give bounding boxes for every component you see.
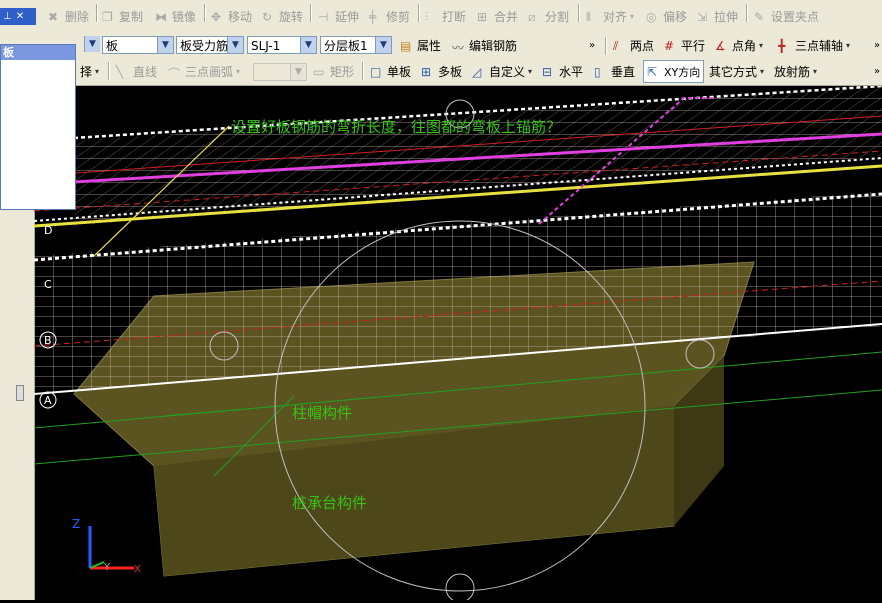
cad-viewport[interactable]: A B C D Z Y X 设置好板钢筋的弯折长度，往图都的弯板上锚筋？ 柱帽构… [33, 84, 882, 603]
chevron-down-icon: ▼ [290, 64, 306, 80]
select-button[interactable]: 择 ▾ [80, 58, 99, 85]
extend-icon: ⊣ [318, 9, 329, 24]
grip-icon: ✎ [754, 9, 765, 24]
break-icon: ⫶ [425, 9, 429, 24]
extend-button[interactable]: ⊣ 延伸 [318, 0, 359, 33]
component-list-panel: 板 [0, 44, 76, 210]
trim-icon: ╪ [369, 9, 377, 24]
close-icon[interactable]: ✕ [16, 11, 24, 22]
merge-button[interactable]: ⊞ 合并 [477, 0, 518, 33]
single-slab-icon: □ [370, 64, 382, 79]
copy-icon: ❐ [102, 9, 113, 24]
multi-slab-icon: ⊞ [421, 64, 432, 79]
parallel-button[interactable]: # 平行 [664, 33, 705, 58]
delete-button[interactable]: ✖ 删除 [48, 0, 89, 33]
chevron-down-icon: ▼ [157, 37, 173, 53]
axis-marker-b: B [44, 334, 52, 347]
chevron-down-icon: ▼ [375, 37, 391, 53]
other-methods-button[interactable]: 其它方式 ▾ [709, 58, 764, 85]
axis-marker-c: C [44, 278, 52, 291]
pile-foundation-label: 桩承台构件 [292, 494, 368, 512]
panel-title: 板 [1, 45, 75, 60]
align-icon: ⫴ [586, 9, 592, 24]
delete-icon: ✖ [48, 9, 59, 24]
vertical-icon: ▯ [594, 64, 601, 79]
horizontal-button[interactable]: ⊟ 水平 [542, 58, 583, 85]
move-icon: ✥ [211, 9, 222, 24]
edit-rebar-button[interactable]: 〰编辑钢筋 [452, 33, 517, 58]
point-angle-icon: ∡ [715, 38, 726, 53]
three-point-aux-button[interactable]: ╋ 三点辅轴 ▾ [778, 33, 850, 58]
pin-icon[interactable]: ⊥ [3, 11, 12, 22]
multi-slab-button[interactable]: ⊞ 多板 [421, 58, 462, 85]
svg-text:Y: Y [103, 562, 111, 573]
three-point-aux-icon: ╋ [778, 38, 786, 53]
horizontal-icon: ⊟ [542, 64, 553, 79]
stretch-icon: ⇲ [697, 9, 708, 24]
xy-direction-icon: ⇱ [647, 64, 658, 79]
snap-circle-handle [445, 573, 475, 603]
custom-button[interactable]: ◿ 自定义 ▾ [472, 58, 532, 85]
point-angle-button[interactable]: ∡ 点角 ▾ [715, 33, 763, 58]
break-button[interactable]: ⫶ 打断 [425, 0, 466, 33]
toolbar-overflow-icon[interactable]: » [589, 33, 595, 58]
left-dock-strip [0, 210, 35, 600]
split-icon: ⧄ [528, 9, 536, 24]
annotation-text: 设置好板钢筋的弯折长度，往图都的弯板上锚筋？ [231, 118, 562, 136]
rotate-icon: ↻ [262, 9, 273, 24]
arc-option-select[interactable]: ▼ [253, 63, 307, 81]
align-button[interactable]: ⫴ 对齐 ▾ [586, 0, 634, 33]
line-icon: ╲ [116, 64, 124, 79]
svg-text:Z: Z [72, 517, 80, 531]
edit-toolbar: ⊥ ✕ ✖ 删除 ❐ 复制 ⧓ 镜像 ✥ 移动 ↻ 旋转 ⊣ 延伸 ╪ 修剪 ⫶ 打断 ⊞ 合并 … [0, 0, 882, 34]
draw-toolbar: 择 ▾ ╲ 直线 ⌒ 三点画弧 ▾ ▼ ▭ 矩形 □ 单板 ⊞ 多板 ◿ 自定义 ▾ ⊟ 水平 ▯ 垂… [0, 58, 882, 86]
vertical-button[interactable]: ▯ 垂直 [594, 58, 635, 85]
panel-pin-controls: ⊥ ✕ [0, 8, 36, 25]
category-select[interactable]: 板 ▼ [102, 36, 174, 54]
grip-button[interactable]: ✎ 设置夹点 [754, 0, 819, 33]
layer-select[interactable]: 分层板1 ▼ [320, 36, 392, 54]
trim-button[interactable]: ╪ 修剪 [369, 0, 410, 33]
rotate-button[interactable]: ↻ 旋转 [262, 0, 303, 33]
offset-icon: ◎ [646, 9, 657, 24]
chevron-down-icon: ▼ [300, 37, 316, 53]
mirror-icon: ⧓ [155, 9, 167, 24]
xy-direction-button[interactable]: ⇱ XY方向 [643, 60, 705, 83]
parallel-icon: # [664, 38, 675, 53]
arc-icon: ⌒ [168, 66, 181, 81]
rect-button[interactable]: ▭ 矩形 [313, 58, 354, 85]
arc-button[interactable]: ⌒ 三点画弧 ▾ [168, 58, 240, 85]
axis-marker-d: D [44, 224, 52, 237]
chevron-down-icon: ▼ [227, 37, 243, 53]
property-toolbar: ▼ 板 ▼ 板受力筋 ▼ SLJ-1 ▼ 分层板1 ▼ ▤ 属性 〰编辑钢筋 » … [0, 33, 882, 59]
mirror-button[interactable]: ⧓ 镜像 [155, 0, 196, 33]
two-points-button[interactable]: ⫽ 两点 [613, 33, 654, 58]
pile-cap-label: 柱帽构件 [292, 404, 353, 422]
toolbar-overflow-icon[interactable]: » [874, 58, 880, 85]
layer-scope-dropdown[interactable]: ▼ [84, 36, 100, 52]
scroll-grip[interactable] [16, 385, 24, 401]
copy-button[interactable]: ❐ 复制 [102, 0, 143, 33]
two-points-icon: ⫽ [613, 38, 619, 53]
toolbar-overflow-icon[interactable]: » [874, 33, 880, 58]
cad-3d-scene[interactable]: A B C D Z Y X [33, 84, 882, 603]
rebar-type-select[interactable]: 板受力筋 ▼ [176, 36, 244, 54]
stretch-button[interactable]: ⇲ 拉伸 [697, 0, 738, 33]
line-button[interactable]: ╲ 直线 [116, 58, 157, 85]
custom-icon: ◿ [472, 64, 482, 79]
rebar-name-select[interactable]: SLJ-1 ▼ [247, 36, 317, 54]
single-slab-button[interactable]: □ 单板 [370, 58, 411, 85]
rect-icon: ▭ [313, 64, 325, 79]
merge-icon: ⊞ [477, 9, 488, 24]
properties-icon: ▤ [400, 38, 412, 53]
axis-marker-a: A [44, 394, 52, 407]
properties-button[interactable]: ▤ 属性 [400, 33, 441, 58]
move-button[interactable]: ✥ 移动 [211, 0, 252, 33]
split-button[interactable]: ⧄ 分割 [528, 0, 569, 33]
radial-rebar-button[interactable]: 放射筋 ▾ [774, 58, 817, 85]
offset-button[interactable]: ◎ 偏移 [646, 0, 687, 33]
svg-text:X: X [134, 564, 141, 575]
rebar-icon: 〰 [452, 40, 465, 55]
